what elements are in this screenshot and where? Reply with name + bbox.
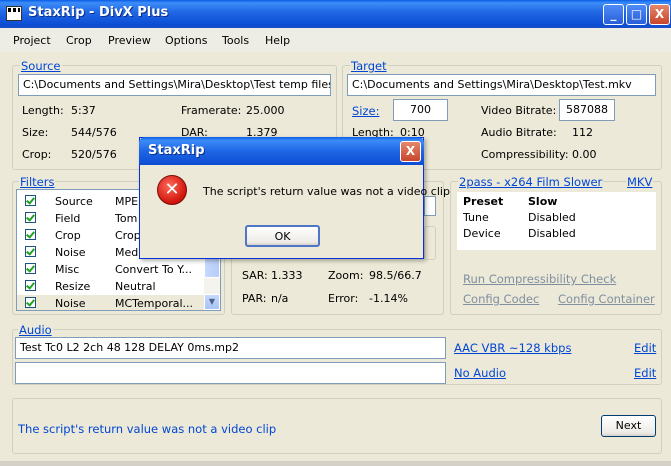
menu-options[interactable]: Options	[165, 34, 207, 47]
menu-crop[interactable]: Crop	[66, 34, 92, 47]
filter-item[interactable]: Misc Convert To Y...	[17, 261, 206, 278]
audio-track1-edit-link[interactable]: Edit	[634, 341, 656, 355]
video-bitrate-input[interactable]: 587088	[559, 99, 615, 121]
source-length-value: 5:37	[71, 104, 96, 117]
preset-value: Slow	[528, 195, 558, 208]
audio-track2-profile-link[interactable]: No Audio	[454, 366, 506, 380]
dialog-title: StaxRip	[148, 143, 205, 158]
hidden-field-edge[interactable]	[424, 196, 436, 216]
source-label[interactable]: Source	[20, 59, 62, 73]
audio-track2-edit-link[interactable]: Edit	[634, 366, 656, 380]
target-path-field[interactable]: C:\Documents and Settings\Mira\Desktop\T…	[347, 74, 656, 96]
audio-label[interactable]: Audio	[18, 323, 53, 337]
source-path-field[interactable]: C:\Documents and Settings\Mira\Desktop\T…	[18, 74, 331, 96]
source-length-label: Length:	[22, 104, 64, 117]
audio-bitrate-value: 112	[572, 126, 593, 139]
error-icon: ✕	[157, 175, 187, 205]
taskbar-edge	[0, 461, 671, 466]
dialog-close-button[interactable]: X	[400, 141, 421, 162]
filter-checkbox[interactable]	[25, 246, 36, 257]
filters-label[interactable]: Filters	[19, 175, 56, 189]
filter-checkbox[interactable]	[25, 280, 36, 291]
menu-preview[interactable]: Preview	[108, 34, 151, 47]
source-size-value: 544/576	[71, 126, 117, 139]
compressibility-value: 0.00	[572, 148, 597, 161]
audio-track1-profile-link[interactable]: AAC VBR ~128 kbps	[454, 341, 571, 355]
filter-item[interactable]: Noise MCTemporal...	[17, 295, 206, 310]
source-size-label: Size:	[22, 126, 49, 139]
app-clapper-icon	[6, 6, 22, 21]
par-value: n/a	[271, 292, 289, 305]
target-size-input[interactable]: 700	[393, 99, 448, 121]
filter-checkbox[interactable]	[25, 229, 36, 240]
error-value: -1.14%	[369, 292, 408, 305]
status-message: The script's return value was not a vide…	[18, 422, 277, 436]
par-label: PAR:	[242, 292, 267, 305]
maximize-button[interactable]: □	[626, 4, 647, 25]
target-size-link[interactable]: Size:	[352, 104, 379, 118]
source-framerate-label: Framerate:	[181, 104, 242, 117]
sar-label: SAR:	[242, 269, 268, 282]
audio-bitrate-label: Audio Bitrate:	[481, 126, 557, 139]
device-label: Device	[463, 227, 501, 240]
filter-item[interactable]: Resize Neutral	[17, 278, 206, 295]
zoom-value: 98.5/66.7	[369, 269, 422, 282]
compressibility-label: Compressibility:	[481, 148, 569, 161]
menu-help[interactable]: Help	[265, 34, 290, 47]
zoom-label: Zoom:	[328, 269, 364, 282]
minimize-button[interactable]: _	[603, 4, 624, 25]
window-title: StaxRip - DivX Plus	[28, 5, 169, 20]
config-codec-link[interactable]: Config Codec	[463, 292, 539, 306]
container-link[interactable]: MKV	[626, 175, 654, 189]
filter-checkbox[interactable]	[25, 195, 36, 206]
dialog-message: The script's return value was not a vide…	[203, 185, 450, 198]
menu-project[interactable]: Project	[13, 34, 51, 47]
audio-track1-field[interactable]: Test Tc0 L2 2ch 48 128 DELAY 0ms.mp2	[15, 337, 446, 359]
run-compressibility-check-link[interactable]: Run Compressibility Check	[463, 272, 616, 286]
tune-label: Tune	[463, 211, 489, 224]
encoder-profile-link[interactable]: 2pass - x264 Film Slower	[458, 175, 604, 189]
filter-checkbox[interactable]	[25, 263, 36, 274]
filter-checkbox[interactable]	[25, 297, 36, 308]
tune-value: Disabled	[528, 211, 576, 224]
video-bitrate-label: Video Bitrate:	[481, 104, 557, 117]
source-framerate-value: 25.000	[246, 104, 285, 117]
audio-track2-field[interactable]	[15, 362, 446, 384]
filter-checkbox[interactable]	[25, 212, 36, 223]
menu-tools[interactable]: Tools	[222, 34, 249, 47]
preset-label: Preset	[463, 195, 504, 208]
target-label[interactable]: Target	[350, 59, 388, 73]
device-value: Disabled	[528, 227, 576, 240]
next-button[interactable]: Next	[601, 415, 656, 437]
scroll-down-icon[interactable]: ▼	[204, 294, 220, 310]
error-label: Error:	[328, 292, 359, 305]
sar-value: 1.333	[271, 269, 303, 282]
hidden-button-edge[interactable]	[424, 226, 436, 260]
menu-bar	[0, 28, 671, 52]
source-crop-value: 520/576	[71, 148, 117, 161]
source-crop-label: Crop:	[22, 148, 52, 161]
config-container-link[interactable]: Config Container	[558, 292, 655, 306]
close-button[interactable]: X	[649, 4, 670, 25]
dialog-ok-button[interactable]: OK	[245, 225, 320, 247]
